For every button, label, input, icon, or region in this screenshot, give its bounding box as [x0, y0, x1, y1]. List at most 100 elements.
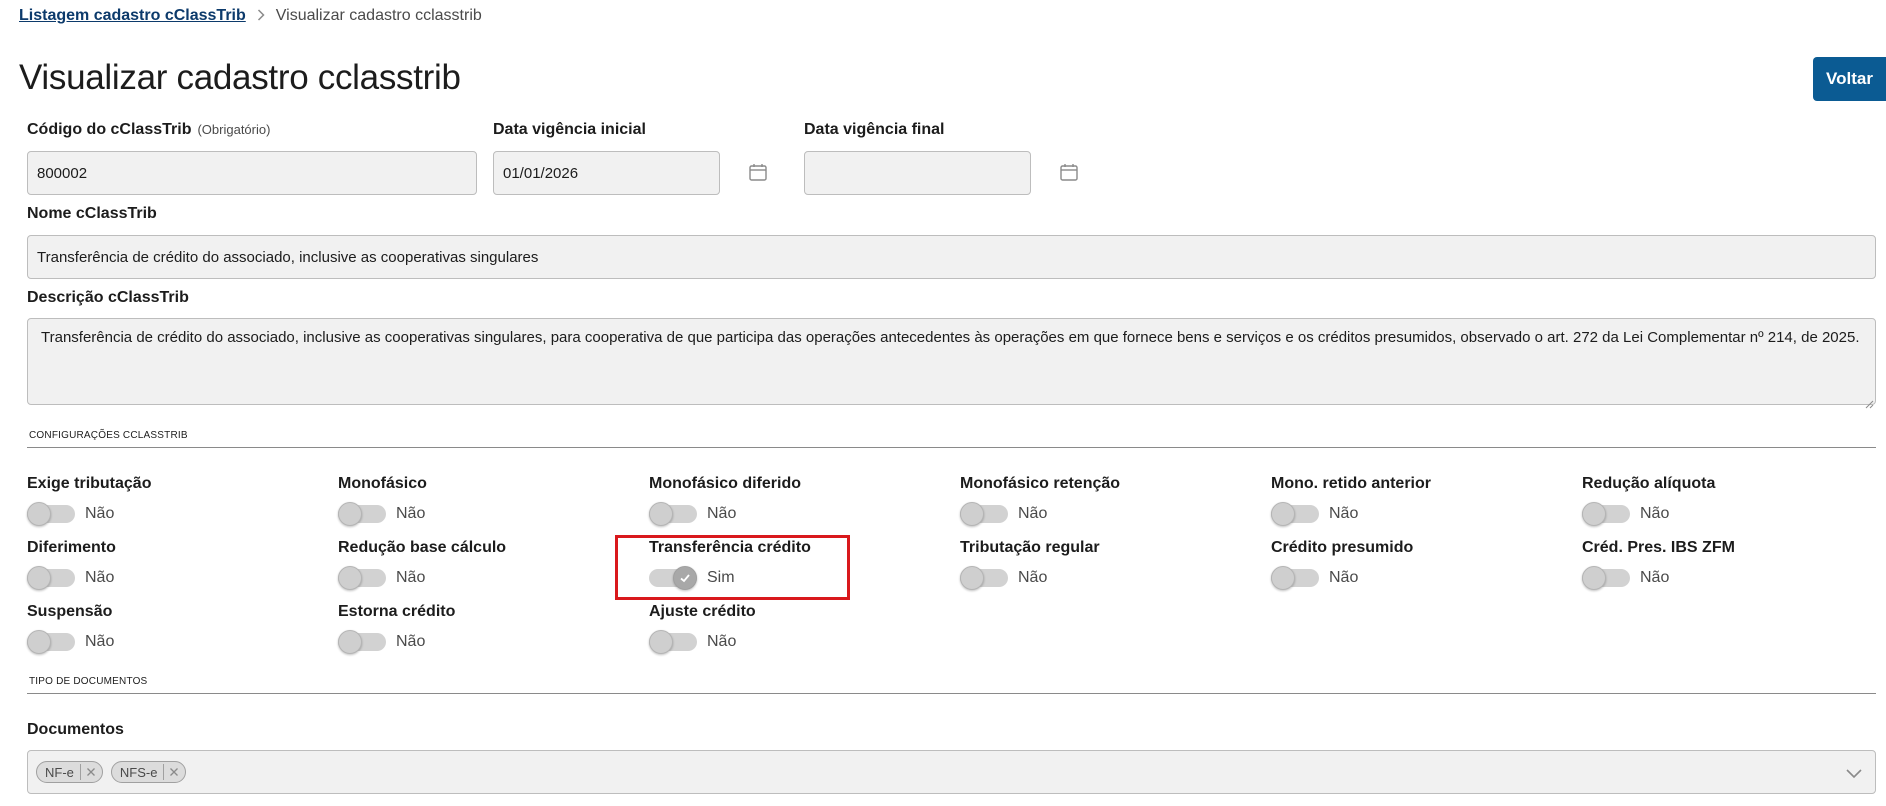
toggle-knob — [338, 502, 362, 526]
toggle-value: Não — [1640, 569, 1670, 586]
toggle-value: Não — [396, 505, 426, 522]
close-icon[interactable] — [84, 765, 98, 779]
toggle-switch[interactable]: Não — [338, 630, 426, 654]
toggle-track — [1582, 502, 1630, 526]
toggle-value: Não — [85, 569, 115, 586]
toggle-track — [1271, 502, 1319, 526]
toggle-knob — [649, 502, 673, 526]
page-title: Visualizar cadastro cclasstrib — [19, 58, 461, 97]
switch-label: Monofásico retenção — [960, 475, 1121, 492]
switch-label: Ajuste crédito — [649, 603, 756, 620]
toggle-value: Não — [396, 569, 426, 586]
breadcrumb: Listagem cadastro cClassTrib Visualizar … — [19, 7, 482, 25]
toggle-track — [27, 502, 75, 526]
toggle-knob — [649, 630, 673, 654]
toggle-switch[interactable]: Não — [1582, 502, 1670, 526]
toggle-track — [338, 502, 386, 526]
toggle-knob — [27, 502, 51, 526]
toggle-track — [1582, 566, 1630, 590]
codigo-value: 800002 — [37, 164, 88, 182]
toggle-switch[interactable]: Não — [1271, 502, 1359, 526]
switch-label: Redução base cálculo — [338, 539, 507, 556]
toggle-knob — [960, 566, 984, 590]
toggle-switch[interactable]: Não — [649, 502, 737, 526]
breadcrumb-current: Visualizar cadastro cclasstrib — [275, 7, 482, 24]
calendar-icon[interactable] — [1059, 162, 1079, 182]
toggle-value: Não — [1329, 505, 1359, 522]
toggle-knob — [338, 630, 362, 654]
docs-section-title: TIPO DE DOCUMENTOS — [29, 676, 148, 687]
chip-nfe: NF-e — [36, 761, 103, 783]
close-icon[interactable] — [167, 765, 181, 779]
chevron-right-icon — [257, 8, 265, 24]
switch-label: Estorna crédito — [338, 603, 456, 620]
switch-label: Monofásico — [338, 475, 427, 492]
switch-label: Redução alíquota — [1582, 475, 1716, 492]
toggle-knob — [27, 566, 51, 590]
toggle-switch[interactable]: Não — [27, 630, 115, 654]
chevron-down-icon[interactable] — [1845, 764, 1863, 787]
toggle-track — [960, 502, 1008, 526]
codigo-required-hint: (Obrigatório) — [197, 122, 271, 137]
toggle-switch[interactable]: Não — [27, 566, 115, 590]
documentos-label: Documentos — [27, 721, 124, 738]
toggle-knob — [1582, 566, 1606, 590]
toggle-track — [960, 566, 1008, 590]
data-inicial-label: Data vigência inicial — [493, 121, 646, 138]
toggle-value: Não — [1640, 505, 1670, 522]
toggle-switch[interactable]: Não — [649, 630, 737, 654]
codigo-label: Código do cClassTrib (Obrigatório) — [27, 121, 270, 139]
switch-label: Diferimento — [27, 539, 116, 556]
switch-label: Suspensão — [27, 603, 113, 620]
toggle-switch[interactable]: Não — [1271, 566, 1359, 590]
calendar-icon[interactable] — [748, 162, 768, 182]
data-inicial-value: 01/01/2026 — [503, 164, 579, 182]
toggle-switch[interactable]: Não — [1582, 566, 1670, 590]
toggle-track — [27, 630, 75, 654]
codigo-label-text: Código do cClassTrib — [27, 121, 192, 138]
data-final-label: Data vigência final — [804, 121, 945, 138]
toggle-value: Não — [707, 505, 737, 522]
config-divider — [27, 447, 1876, 448]
chip-divider — [163, 764, 165, 780]
highlight-box — [615, 535, 850, 600]
toggle-value: Não — [396, 633, 426, 650]
toggle-switch[interactable]: Não — [338, 566, 426, 590]
breadcrumb-link-listagem[interactable]: Listagem cadastro cClassTrib — [19, 7, 246, 25]
data-inicial-field[interactable]: 01/01/2026 — [493, 151, 720, 195]
toggle-value: Não — [1329, 569, 1359, 586]
descricao-textarea[interactable]: Transferência de crédito do associado, i… — [27, 318, 1876, 409]
codigo-field[interactable]: 800002 — [27, 151, 477, 195]
nome-label: Nome cClassTrib — [27, 205, 157, 222]
switch-label: Exige tributação — [27, 475, 152, 492]
chip-label: NFS-e — [119, 764, 158, 780]
descricao-value: Transferência de crédito do associado, i… — [41, 329, 1860, 346]
toggle-switch[interactable]: Não — [338, 502, 426, 526]
nome-value: Transferência de crédito do associado, i… — [37, 248, 539, 266]
switch-label: Créd. Pres. IBS ZFM — [1582, 539, 1735, 556]
toggle-knob — [338, 566, 362, 590]
back-button[interactable]: Voltar — [1813, 57, 1886, 101]
chip-divider — [79, 764, 81, 780]
documentos-multiselect[interactable]: NF-e NFS-e — [27, 750, 1876, 794]
toggle-value: Não — [85, 633, 115, 650]
toggle-switch[interactable]: Não — [960, 502, 1048, 526]
resize-handle-icon[interactable] — [1864, 393, 1874, 409]
toggle-track — [27, 566, 75, 590]
toggle-track — [1271, 566, 1319, 590]
chip-nfse: NFS-e — [110, 761, 187, 783]
toggle-knob — [1271, 566, 1295, 590]
nome-field[interactable]: Transferência de crédito do associado, i… — [27, 235, 1876, 279]
descricao-label: Descrição cClassTrib — [27, 289, 189, 306]
config-section-title: CONFIGURAÇÕES CCLASSTRIB — [29, 430, 188, 441]
toggle-switch[interactable]: Não — [27, 502, 115, 526]
toggle-switch[interactable]: Não — [960, 566, 1047, 590]
toggle-track — [649, 502, 697, 526]
toggle-value: Não — [1018, 505, 1048, 522]
switch-label: Mono. retido anterior — [1271, 475, 1431, 492]
toggle-value: Não — [85, 505, 115, 522]
data-final-field[interactable] — [804, 151, 1031, 195]
docs-divider — [27, 693, 1876, 694]
switch-label: Tributação regular — [960, 539, 1100, 556]
toggle-value: Não — [707, 633, 737, 650]
